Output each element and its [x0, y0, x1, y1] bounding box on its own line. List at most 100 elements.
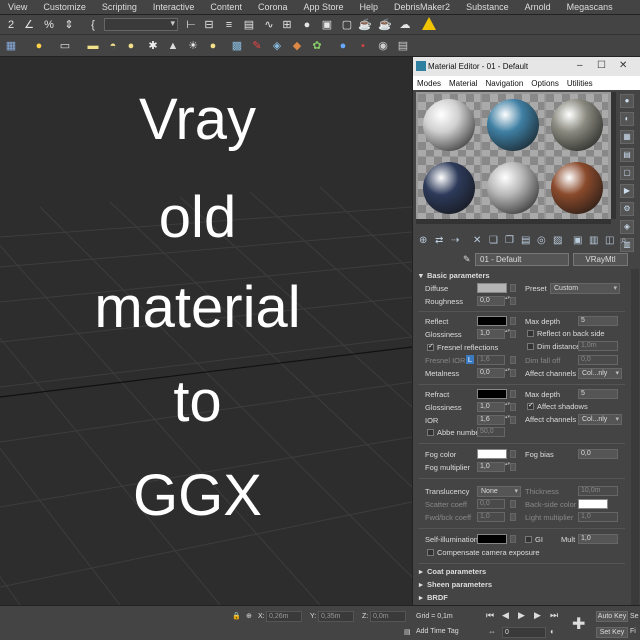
menu-scripting[interactable]: Scripting [94, 2, 145, 12]
reset-map-icon[interactable]: ✕ [473, 235, 481, 246]
fog-bias-field[interactable]: 0,0 [578, 449, 618, 459]
backlight-icon[interactable]: ◐ [620, 112, 634, 126]
sheen-parameters-toggle-icon[interactable]: ▸ [419, 580, 423, 589]
select-by-material-icon[interactable]: ◈ [620, 220, 634, 234]
sample-type-icon[interactable]: ● [620, 94, 634, 108]
y-coordinate-field[interactable]: 0,35m [318, 611, 354, 622]
coat-parameters-toggle-icon[interactable]: ▸ [419, 567, 423, 576]
named-selection-icon[interactable]: { [86, 18, 100, 32]
reflect-back-checkbox[interactable] [527, 330, 534, 337]
angle-snap-icon[interactable]: ∠ [22, 18, 36, 32]
render-setup-icon[interactable]: ▣ [320, 18, 334, 32]
diffuse-color-swatch[interactable] [477, 283, 507, 293]
mult-field[interactable]: 1,0 [578, 534, 618, 544]
maximize-icon[interactable]: ☐ [597, 60, 606, 71]
self-illumination-color-swatch[interactable] [477, 534, 507, 544]
back-side-color-swatch[interactable] [578, 499, 608, 509]
thickness-field[interactable]: 10,0m [578, 486, 618, 496]
menu-corona[interactable]: Corona [250, 2, 296, 12]
reflect-affect-channels-dropdown[interactable]: Col...nly [578, 368, 622, 379]
coat-parameters-header[interactable]: Coat parameters [427, 567, 486, 576]
dome-icon[interactable]: ◓ [106, 39, 120, 53]
menu-debrismaker2[interactable]: DebrisMaker2 [386, 2, 458, 12]
light-icon[interactable]: ● [32, 39, 46, 53]
show-map-icon[interactable]: ▨ [553, 235, 562, 246]
snap-2d-icon[interactable]: 2 [4, 18, 18, 32]
minimize-icon[interactable]: – [577, 60, 583, 71]
options-icon[interactable]: ⚙ [620, 202, 634, 216]
go-to-parent-icon[interactable]: ▥ [589, 235, 598, 246]
absolute-mode-icon[interactable]: ⊕ [246, 612, 252, 620]
sample-slot[interactable] [482, 157, 544, 219]
scene-explorer-icon[interactable]: ▤ [242, 18, 256, 32]
abbe-field[interactable]: 50,0 [477, 427, 505, 437]
reflect-glossiness-map-button[interactable] [510, 330, 516, 338]
settings-icon[interactable]: ▤ [396, 39, 410, 53]
video-color-check-icon[interactable]: ▢ [620, 166, 634, 180]
show-end-result-icon[interactable]: ▣ [573, 235, 582, 246]
dim-falloff-field[interactable]: 0,0 [578, 355, 618, 365]
menu-interactive[interactable]: Interactive [145, 2, 203, 12]
copy-material-icon[interactable]: ❏ [489, 235, 498, 246]
fresnel-ior-lock-button[interactable]: L [466, 355, 474, 364]
gi-checkbox[interactable] [525, 536, 532, 543]
reflect-glossiness-field[interactable]: 1,0 [477, 329, 505, 339]
preset-dropdown[interactable]: Custom [550, 283, 620, 294]
sheen-parameters-header[interactable]: Sheen parameters [427, 580, 492, 589]
brdf-header[interactable]: BRDF [427, 593, 448, 602]
spinner-snap-icon[interactable]: ⇕ [62, 18, 76, 32]
key-mode-icon[interactable]: ⇔ [488, 627, 496, 636]
material-id-icon[interactable]: ◎ [537, 235, 546, 246]
time-config-icon[interactable]: ◐ [550, 627, 555, 636]
current-frame-field[interactable]: 0 [502, 627, 546, 638]
me-menu-options[interactable]: Options [527, 79, 563, 88]
ior-map-button[interactable] [510, 416, 516, 424]
set-key-icon[interactable]: ✚ [572, 614, 585, 634]
affect-shadows-checkbox[interactable] [527, 401, 534, 410]
scatter-icon[interactable]: ✿ [310, 39, 324, 53]
diffuse-map-button[interactable] [510, 284, 516, 292]
self-illumination-map-button[interactable] [510, 535, 516, 543]
render-icon[interactable]: ☕ [358, 18, 372, 32]
reflect-map-button[interactable] [510, 317, 516, 325]
reflect-glossiness-spinner[interactable]: ▴▾ [505, 329, 510, 339]
render-iterative-icon[interactable]: ☕ [378, 18, 392, 32]
percent-snap-icon[interactable]: % [42, 18, 56, 32]
compensate-exposure-checkbox[interactable] [427, 549, 434, 556]
close-icon[interactable]: ✕ [619, 60, 627, 71]
menu-app-store[interactable]: App Store [295, 2, 351, 12]
ior-spinner[interactable]: ▴▾ [505, 415, 510, 425]
fresnel-ior-map-button[interactable] [510, 356, 516, 364]
sphere-icon[interactable]: ● [206, 39, 220, 53]
fwd-bck-coeff-field[interactable]: 1,0 [477, 512, 505, 522]
align-icon[interactable]: ⊟ [202, 18, 216, 32]
camera-icon[interactable]: ▭ [58, 39, 72, 53]
menu-content[interactable]: Content [202, 2, 250, 12]
get-material-icon[interactable]: ⊕ [419, 235, 427, 246]
z-coordinate-field[interactable]: 0,0m [370, 611, 406, 622]
fresnel-checkbox[interactable] [427, 342, 434, 351]
scatter-coeff-map-button[interactable] [510, 500, 516, 508]
time-tag-icon[interactable]: ▤ [404, 628, 411, 636]
object-props-icon[interactable]: ◉ [376, 39, 390, 53]
lock-selection-icon[interactable]: 🔒 [232, 612, 241, 620]
menu-arnold[interactable]: Arnold [517, 2, 559, 12]
refract-map-button[interactable] [510, 390, 516, 398]
metalness-spinner[interactable]: ▴▾ [505, 368, 510, 378]
named-selection-dropdown[interactable] [104, 18, 178, 31]
proxy-icon[interactable]: ▩ [230, 39, 244, 53]
put-to-scene-icon[interactable]: ⇄ [435, 235, 443, 246]
fresnel-ior-field[interactable]: 1,6 [477, 355, 505, 365]
x-coordinate-field[interactable]: 0,26m [266, 611, 302, 622]
fog-multiplier-field[interactable]: 1,0 [477, 462, 505, 472]
light-multiplier-field[interactable]: 1,0 [578, 512, 618, 522]
mirror-icon[interactable]: ⊢ [184, 18, 198, 32]
menu-substance[interactable]: Substance [458, 2, 517, 12]
material-editor-icon[interactable]: ● [300, 18, 314, 32]
assign-to-selection-icon[interactable]: ⇢ [451, 235, 459, 246]
uv-tiling-icon[interactable]: ▤ [620, 148, 634, 162]
sun-icon[interactable]: ☀ [186, 39, 200, 53]
render-cloud-icon[interactable]: ☁ [398, 18, 412, 32]
refract-affect-channels-dropdown[interactable]: Col...nly [578, 414, 622, 425]
background-icon[interactable]: ▦ [620, 130, 634, 144]
